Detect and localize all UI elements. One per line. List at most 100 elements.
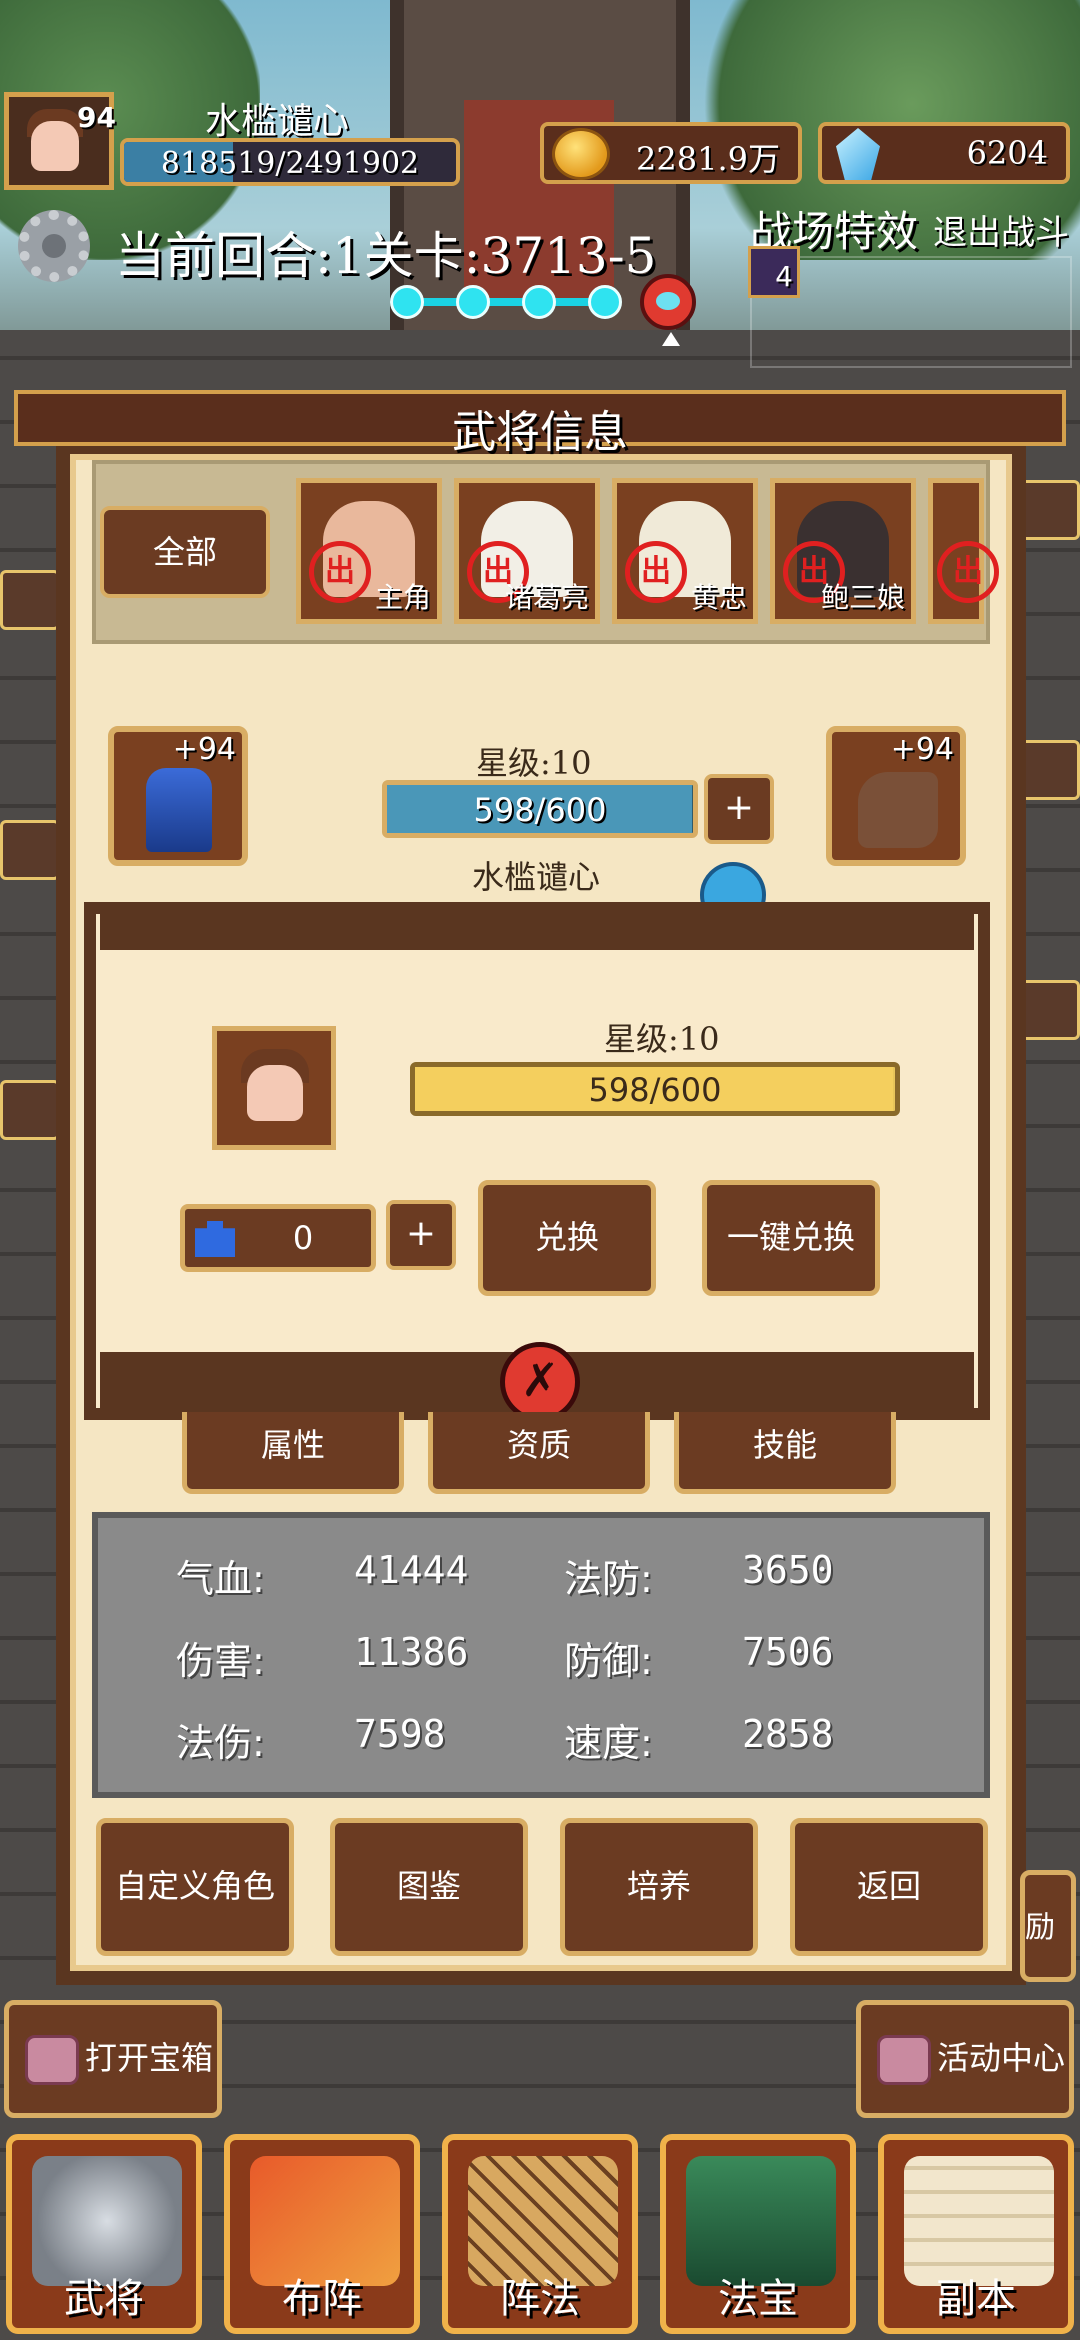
weapon-level: +94 xyxy=(890,732,954,767)
stat-label-defense: 防御: xyxy=(564,1639,653,1683)
nav-label: 阵法 xyxy=(500,2276,580,2322)
popup-hero-avatar xyxy=(212,1026,336,1150)
rewards-partial-label: 励 xyxy=(1025,1910,1055,1945)
open-chest-label: 打开宝箱 xyxy=(85,2039,214,2077)
stat-value-speed: 2858 xyxy=(742,1712,834,1756)
star-level: 星级:10 xyxy=(476,744,592,782)
nav-treasure[interactable]: 法宝 xyxy=(660,2134,856,2334)
stat-label-mdef: 法防: xyxy=(564,1557,653,1601)
stat-value-magic-attack: 7598 xyxy=(354,1712,446,1756)
gold-counter[interactable]: 2281.9万 xyxy=(540,122,802,184)
rewards-button-edge[interactable]: 励 xyxy=(1020,1870,1076,1982)
nav-generals[interactable]: 武将 xyxy=(6,2134,202,2334)
armor-slot[interactable]: +94 xyxy=(108,726,248,866)
panel-title: 武将信息 xyxy=(452,407,628,458)
stat-label-speed: 速度: xyxy=(564,1721,653,1765)
boss-stage-icon xyxy=(640,274,696,330)
hero-card[interactable]: 出 xyxy=(928,478,999,624)
train-button[interactable]: 培养 xyxy=(560,1818,758,1956)
exp-text: 598/600 xyxy=(473,791,607,829)
stat-label-attack: 伤害: xyxy=(176,1639,265,1683)
battle-effect-badge[interactable]: 4 xyxy=(748,246,800,298)
filter-all-button[interactable]: 全部 xyxy=(100,506,270,598)
hero-name-label: 水槛谴心 xyxy=(472,858,601,896)
hero-name: 主角 xyxy=(374,581,431,614)
stat-value-mdef: 3650 xyxy=(742,1548,834,1592)
nav-label: 法宝 xyxy=(718,2276,798,2322)
gem-counter[interactable]: 6204 xyxy=(818,122,1070,184)
gem-value: 6204 xyxy=(966,134,1048,172)
current-stage-marker xyxy=(662,332,680,346)
tab-aptitude[interactable]: 资质 xyxy=(428,1412,650,1494)
round-stage-text: 当前回合:1关卡:3713-5 xyxy=(115,227,657,285)
stage-progress-dot xyxy=(522,285,556,319)
stat-label-hp: 气血: xyxy=(176,1557,265,1601)
stat-value-attack: 11386 xyxy=(354,1630,469,1674)
avatar-face xyxy=(247,1065,303,1121)
side-banner-icon xyxy=(1020,740,1080,800)
stage-progress-dot xyxy=(588,285,622,319)
weapon-slot[interactable]: +94 xyxy=(826,726,966,866)
diamond-icon xyxy=(836,128,880,180)
nav-label: 武将 xyxy=(64,2276,144,2322)
hero-card[interactable]: 出 主角 xyxy=(296,478,442,624)
activity-center-button[interactable]: 活动中心 xyxy=(856,2000,1074,2118)
custom-role-button[interactable]: 自定义角色 xyxy=(96,1818,294,1956)
hero-card[interactable]: 出 鲍三娘 xyxy=(770,478,916,624)
player-level: 94 xyxy=(77,101,116,134)
nav-dungeon[interactable]: 副本 xyxy=(878,2134,1074,2334)
quit-battle-button[interactable]: 退出战斗 xyxy=(933,205,1069,254)
hero-name: 黄忠 xyxy=(690,581,747,614)
activity-center-label: 活动中心 xyxy=(937,2039,1066,2077)
shard-count: 0 xyxy=(292,1219,314,1257)
nav-label: 副本 xyxy=(936,2276,1016,2322)
stage-progress-dot xyxy=(456,285,490,319)
armor-level: +94 xyxy=(172,732,236,767)
popup-star-level: 星级:10 xyxy=(604,1020,720,1058)
back-button[interactable]: 返回 xyxy=(790,1818,988,1956)
exchange-button[interactable]: 兑换 xyxy=(478,1180,656,1296)
side-torch-icon xyxy=(0,1080,60,1140)
nav-array[interactable]: 阵法 xyxy=(442,2134,638,2334)
hp-text: 818519/2491902 xyxy=(160,146,420,181)
armor-icon xyxy=(146,768,212,852)
add-shard-button[interactable]: + xyxy=(386,1200,456,1270)
nav-label: 布阵 xyxy=(282,2276,362,2322)
star-exp-bar: 598/600 xyxy=(382,780,698,838)
weapon-icon xyxy=(858,772,938,848)
tab-attributes[interactable]: 属性 xyxy=(182,1412,404,1494)
deployed-stamp: 出 xyxy=(937,541,999,603)
avatar-face xyxy=(31,121,79,171)
panel-title-bar: 武将信息 xyxy=(14,390,1066,458)
hero-card[interactable]: 出 黄忠 xyxy=(612,478,758,624)
player-avatar[interactable]: 94 xyxy=(4,92,116,190)
stat-label-magic-attack: 法伤: xyxy=(176,1721,265,1765)
popup-header-bar xyxy=(100,902,974,950)
codex-button[interactable]: 图鉴 xyxy=(330,1818,528,1956)
player-name: 水槛谴心 xyxy=(205,101,350,142)
stat-value-hp: 41444 xyxy=(354,1548,469,1592)
puzzle-piece-icon xyxy=(195,1221,235,1257)
hero-card[interactable]: 出 诸葛亮 xyxy=(454,478,600,624)
stage-progress-dot xyxy=(390,285,424,319)
nav-formation[interactable]: 布阵 xyxy=(224,2134,420,2334)
side-banner-icon xyxy=(1020,480,1080,540)
add-star-button[interactable]: + xyxy=(704,774,774,844)
popup-exp-text: 598/600 xyxy=(588,1071,722,1109)
gold-coin-icon xyxy=(552,128,610,180)
tab-skills[interactable]: 技能 xyxy=(674,1412,896,1494)
player-hp-bar: 818519/2491902 xyxy=(120,138,460,186)
gold-value: 2281.9万 xyxy=(636,140,780,178)
popup-exp-bar: 598/600 xyxy=(410,1062,900,1116)
treasure-chest-icon xyxy=(25,2035,79,2085)
hero-name: 诸葛亮 xyxy=(504,581,589,614)
close-icon[interactable]: ✗ xyxy=(500,1342,580,1422)
open-chest-button[interactable]: 打开宝箱 xyxy=(4,2000,222,2118)
exchange-all-button[interactable]: 一键兑换 xyxy=(702,1180,880,1296)
effect-count: 4 xyxy=(775,260,793,293)
stage-progress-track xyxy=(396,298,616,306)
shard-count-box: 0 xyxy=(180,1204,376,1272)
gear-icon[interactable] xyxy=(18,210,90,282)
hero-name: 鲍三娘 xyxy=(820,581,905,614)
stat-value-defense: 7506 xyxy=(742,1630,834,1674)
